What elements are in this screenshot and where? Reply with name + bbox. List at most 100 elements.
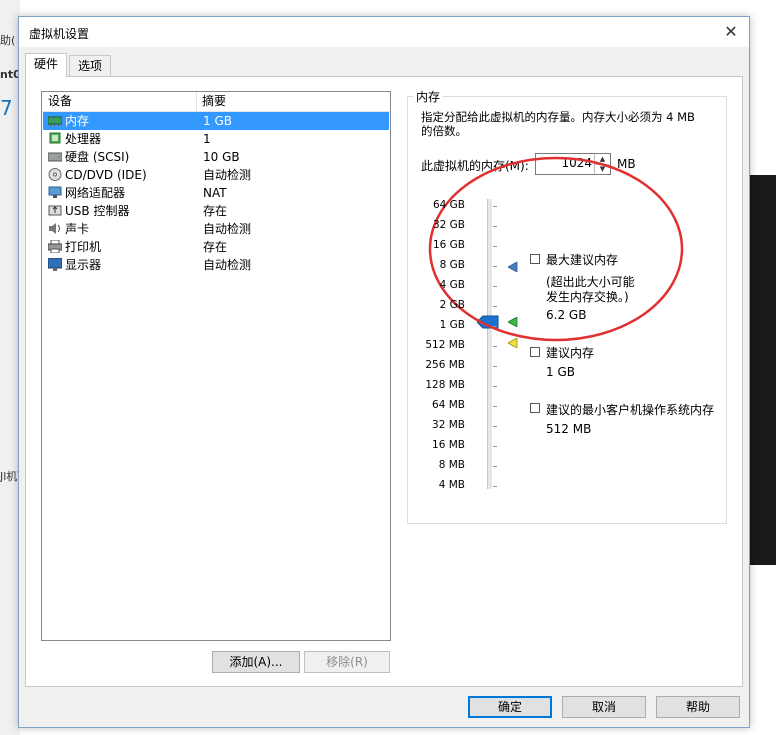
device-name: 内存: [65, 114, 90, 128]
device-row[interactable]: 网络适配器 NAT: [43, 184, 389, 202]
memory-scale-tick: [493, 266, 497, 267]
recommended-marker-icon: [508, 317, 518, 327]
memory-unit: MB: [617, 157, 636, 171]
memory-scale-label: 1 GB: [439, 319, 465, 331]
memory-scale-label: 4 GB: [439, 279, 465, 291]
decrement-icon[interactable]: ▼: [595, 164, 610, 174]
memory-scale-label: 64 GB: [432, 199, 465, 211]
column-header-device[interactable]: 设备: [48, 92, 72, 111]
cancel-button[interactable]: 取消: [562, 696, 646, 718]
device-summary: 10 GB: [203, 150, 240, 164]
device-row[interactable]: 硬盘 (SCSI) 10 GB: [43, 148, 389, 166]
memory-group-title: 内存: [413, 88, 444, 105]
vm-settings-dialog: 虚拟机设置 ✕ 硬件 选项 设备 摘要 内存 1 GB 处理器 1 硬盘 (SCSI) 1…: [18, 16, 750, 728]
processor-icon: [48, 132, 62, 145]
memory-scale-tick: [493, 246, 497, 247]
max-recommended-note: 发生内存交换。): [546, 290, 629, 304]
tab-hardware[interactable]: 硬件: [25, 53, 68, 77]
device-row[interactable]: 声卡 自动检测: [43, 220, 389, 238]
memory-scale-tick: [493, 446, 497, 447]
minimum-value: 512 MB: [546, 422, 592, 436]
harddisk-icon: [47, 150, 63, 163]
remove-device-button[interactable]: 移除(R): [304, 651, 390, 673]
memory-scale-label: 64 MB: [432, 399, 465, 411]
memory-scale-tick: [493, 306, 497, 307]
device-summary: 1: [203, 132, 211, 146]
device-list: 设备 摘要 内存 1 GB 处理器 1 硬盘 (SCSI) 10 GB CD/DVD (ID…: [41, 91, 391, 641]
close-icon[interactable]: ✕: [719, 21, 743, 43]
recommended-value: 1 GB: [546, 365, 575, 379]
memory-scale-tick: [493, 346, 497, 347]
device-row[interactable]: CD/DVD (IDE) 自动检测: [43, 166, 389, 184]
device-name: USB 控制器: [65, 204, 130, 218]
device-row[interactable]: 显示器 自动检测: [43, 256, 389, 274]
memory-size-input[interactable]: 1024 ▲ ▼: [535, 153, 611, 175]
device-name: 硬盘 (SCSI): [65, 150, 130, 164]
device-summary: 自动检测: [203, 222, 252, 236]
memory-scale-label: 32 GB: [432, 219, 465, 231]
device-row[interactable]: 打印机 存在: [43, 238, 389, 256]
memory-description: 的倍数。: [421, 124, 467, 138]
cd-dvd-icon: [48, 168, 62, 181]
memory-scale-tick: [493, 406, 497, 407]
device-summary: NAT: [203, 186, 227, 200]
max-recommended-title: 最大建议内存: [546, 253, 619, 267]
column-divider: [196, 92, 197, 111]
device-name: 显示器: [65, 258, 102, 272]
memory-scale-label: 16 GB: [432, 239, 465, 251]
tab-options[interactable]: 选项: [69, 55, 112, 76]
sound-card-icon: [48, 222, 62, 235]
network-adapter-icon: [48, 186, 62, 199]
device-summary: 存在: [203, 204, 228, 218]
memory-scale-label: 8 GB: [439, 259, 465, 271]
memory-scale-label: 4 MB: [438, 479, 465, 491]
ok-button[interactable]: 确定: [468, 696, 552, 718]
column-header-summary[interactable]: 摘要: [202, 92, 226, 111]
memory-scale-tick: [493, 466, 497, 467]
recommended-legend-icon: [530, 347, 540, 357]
memory-scale-tick: [493, 226, 497, 227]
memory-scale-label: 8 MB: [438, 459, 465, 471]
memory-scale-label: 2 GB: [439, 299, 465, 311]
background-text: 助(: [0, 34, 16, 47]
device-row[interactable]: USB 控制器 存在: [43, 202, 389, 220]
memory-scale-tick: [493, 486, 497, 487]
memory-scale-tick: [493, 286, 497, 287]
usb-icon: [48, 204, 62, 217]
display-icon: [47, 257, 63, 271]
memory-slider-track[interactable]: [487, 199, 492, 489]
background-text: 7: [0, 96, 13, 120]
dialog-title: 虚拟机设置: [29, 27, 90, 41]
recommended-title: 建议内存: [546, 346, 595, 360]
device-summary: 存在: [203, 240, 228, 254]
memory-field-label: 此虚拟机的内存(M):: [421, 159, 529, 173]
memory-scale-label: 32 MB: [432, 419, 465, 431]
minimum-legend-icon: [530, 403, 540, 413]
memory-icon: [47, 114, 63, 127]
memory-scale-tick: [493, 426, 497, 427]
device-name: 网络适配器: [65, 186, 126, 200]
printer-icon: [47, 239, 63, 254]
minimum-marker-icon: [508, 338, 518, 348]
device-summary: 自动检测: [203, 258, 252, 272]
max-recommended-legend-icon: [530, 254, 540, 264]
memory-scale-tick: [493, 366, 497, 367]
device-name: 声卡: [65, 222, 90, 236]
help-button[interactable]: 帮助: [656, 696, 740, 718]
max-recommended-marker-icon: [508, 262, 518, 272]
device-name: 处理器: [65, 132, 102, 146]
memory-scale-label: 512 MB: [425, 339, 465, 351]
add-device-button[interactable]: 添加(A)...: [212, 651, 300, 673]
device-row[interactable]: 内存 1 GB: [43, 112, 389, 130]
memory-scale-tick: [493, 386, 497, 387]
memory-stepper[interactable]: ▲ ▼: [594, 154, 610, 174]
memory-scale-tick: [493, 326, 497, 327]
title-bar: 虚拟机设置 ✕: [19, 17, 749, 47]
device-summary: 1 GB: [203, 114, 232, 128]
device-row[interactable]: 处理器 1: [43, 130, 389, 148]
minimum-title: 建议的最小客户机操作系统内存: [546, 403, 715, 417]
max-recommended-value: 6.2 GB: [546, 308, 587, 322]
memory-size-value[interactable]: 1024: [561, 156, 592, 170]
memory-scale-label: 256 MB: [425, 359, 465, 371]
device-name: 打印机: [65, 240, 102, 254]
